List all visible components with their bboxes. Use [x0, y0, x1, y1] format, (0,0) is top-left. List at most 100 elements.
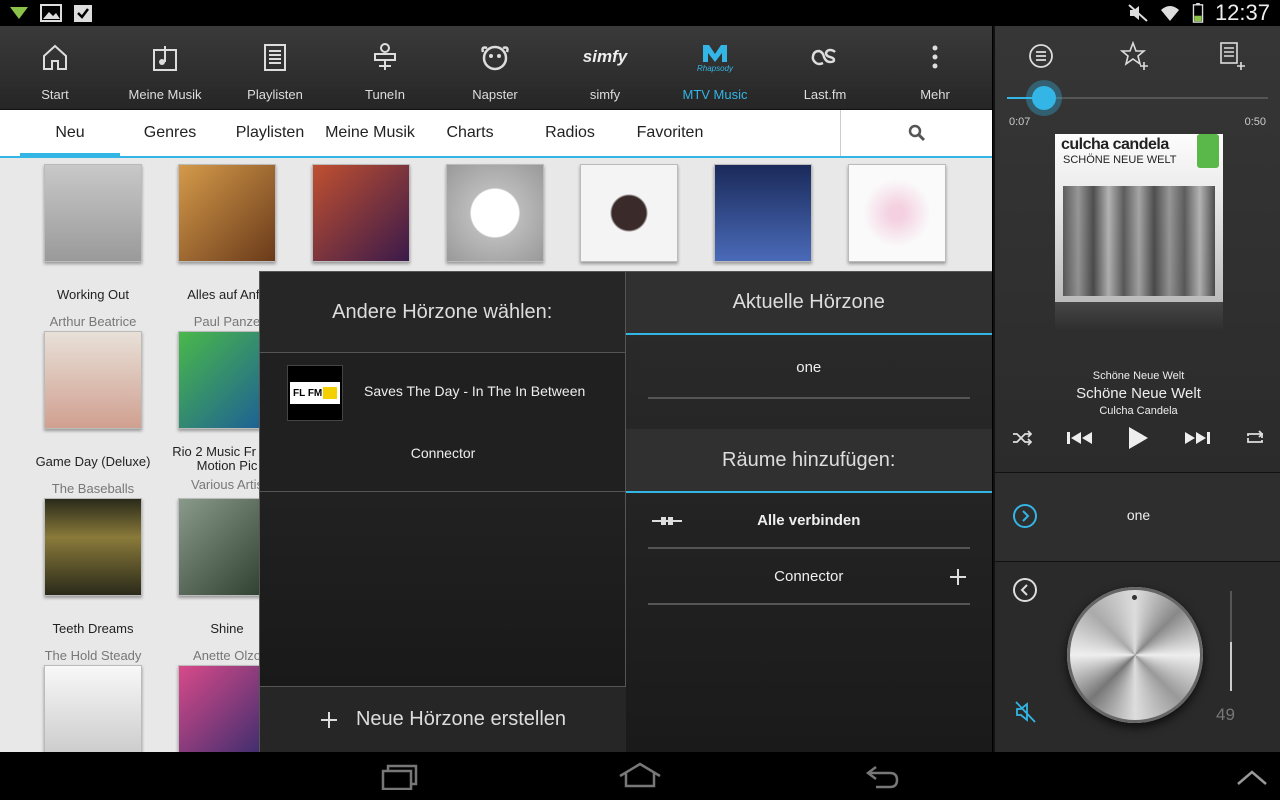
room-item[interactable]: Connector [647, 549, 970, 605]
track-title: Schöne Neue Welt [1076, 385, 1201, 402]
nav-label: MTV Music [682, 87, 748, 102]
mute-toggle-icon[interactable] [1014, 700, 1038, 724]
album-title: Teeth Dreams [52, 622, 134, 636]
tab-radios[interactable]: Radios [520, 110, 620, 156]
album-artist: Arthur Beatrice [49, 314, 137, 329]
add-rooms-header: Räume hinzufügen: [625, 429, 992, 493]
album-cover [44, 665, 142, 752]
nav-simfy[interactable]: simfy simfy [550, 26, 660, 110]
album-tile[interactable] [830, 164, 964, 262]
nav-my-music[interactable]: Meine Musik [110, 26, 220, 110]
album-tile[interactable] [26, 665, 160, 752]
nav-label: Napster [472, 87, 518, 102]
volume-slider-fill [1230, 642, 1232, 691]
playlist-icon [264, 44, 286, 71]
nav-label: simfy [589, 87, 621, 102]
nav-start[interactable]: Start [0, 26, 110, 110]
tab-my-music[interactable]: Meine Musik [320, 110, 420, 156]
previous-icon[interactable] [1066, 430, 1094, 446]
nav-label: Meine Musik [128, 87, 202, 102]
nav-label: Mehr [920, 87, 950, 102]
album-tile[interactable] [562, 164, 696, 262]
tab-new[interactable]: Neu [20, 110, 120, 157]
task-notification-icon [74, 5, 92, 22]
connect-all-label: Alle verbinden [757, 511, 861, 529]
home-icon [43, 44, 67, 70]
station-logo-text: FL FM [293, 387, 323, 399]
search-icon [908, 124, 925, 142]
repeat-icon[interactable] [1245, 430, 1265, 446]
album-title: Game Day (Deluxe) [35, 455, 151, 469]
other-zone-header: Andere Hörzone wählen: [260, 272, 625, 353]
nav-playlists[interactable]: Playlisten [220, 26, 330, 110]
add-room-icon[interactable] [950, 569, 966, 585]
album-tile[interactable]: Teeth Dreams The Hold Steady [26, 498, 160, 663]
clock: 12:37 [1214, 0, 1270, 25]
play-icon[interactable] [1127, 426, 1149, 450]
album-cover [312, 164, 410, 262]
status-bar: 12:37 [0, 0, 1280, 26]
current-zone-item[interactable]: one [647, 337, 970, 399]
nav-label: Start [41, 87, 69, 102]
album-cover [44, 498, 142, 596]
album-artist: The Hold Steady [44, 648, 142, 663]
connect-icon [651, 517, 682, 525]
category-tabs: Neu Genres Playlisten Meine Musik Charts… [0, 110, 992, 158]
playback-controls [995, 426, 1280, 450]
download-notification-icon [10, 7, 28, 19]
album-tile[interactable] [294, 164, 428, 262]
search-button[interactable] [840, 110, 992, 156]
station-logo: FL FM [287, 365, 343, 421]
time-elapsed: 0:07 [1009, 116, 1031, 128]
tab-playlists[interactable]: Playlisten [220, 110, 320, 156]
next-icon[interactable] [1183, 430, 1211, 446]
add-to-playlist-icon[interactable] [1217, 41, 1247, 71]
album-cover [44, 164, 142, 262]
lastfm-logo [811, 48, 836, 66]
album-cover [848, 164, 946, 262]
zone-now-playing: Saves The Day - In The In Between [364, 383, 586, 399]
zone-selector[interactable]: one [995, 472, 1280, 562]
recent-apps-icon[interactable] [380, 764, 420, 790]
volume-slider-track[interactable] [1230, 591, 1232, 691]
album-tile[interactable]: Working Out Arthur Beatrice [26, 164, 160, 329]
chevron-up-icon[interactable] [1236, 768, 1268, 788]
napster-icon [481, 45, 509, 71]
nav-label: Last.fm [803, 87, 847, 102]
nav-label: TuneIn [365, 87, 405, 102]
album-cover [178, 164, 276, 262]
room-label: Connector [774, 567, 844, 585]
collapse-icon[interactable] [1012, 577, 1038, 603]
volume-knob[interactable] [1067, 587, 1203, 723]
connect-all-button[interactable]: Alle verbinden [647, 493, 970, 549]
nav-tunein[interactable]: TuneIn [330, 26, 440, 110]
zone-name: Connector [410, 445, 476, 461]
shuffle-icon[interactable] [1012, 430, 1032, 446]
album-art-badge [1197, 134, 1219, 168]
zone-list-item[interactable]: FL FM Saves The Day - In The In Between … [260, 353, 625, 492]
queue-list-icon[interactable] [1028, 43, 1054, 69]
tab-charts[interactable]: Charts [420, 110, 520, 156]
volume-level: 49 [1216, 705, 1235, 724]
service-nav: Start Meine Musik Playlisten TuneIn Naps… [0, 26, 992, 110]
add-favorite-icon[interactable] [1120, 41, 1150, 71]
nav-napster[interactable]: Napster [440, 26, 550, 110]
album-art: culcha candela SCHÖNE NEUE WELT [1055, 134, 1223, 330]
nav-lastfm[interactable]: Last.fm [770, 26, 880, 110]
tab-favorites[interactable]: Favoriten [620, 110, 720, 156]
back-icon[interactable] [864, 764, 900, 790]
other-zone-panel: Andere Hörzone wählen: FL FM Saves The D… [260, 272, 626, 752]
album-tile[interactable] [428, 164, 562, 262]
nav-mtv-music[interactable]: Rhapsody MTV Music [660, 26, 770, 110]
current-zone-header: Aktuelle Hörzone [625, 272, 992, 335]
album-tile[interactable]: Game Day (Deluxe) The Baseballs [26, 331, 160, 496]
home-button-icon[interactable] [618, 762, 662, 788]
seek-bar[interactable] [1007, 86, 1268, 116]
simfy-logo: simfy [582, 47, 628, 66]
create-zone-button[interactable]: Neue Hörzone erstellen [260, 686, 626, 752]
seek-thumb[interactable] [1031, 86, 1056, 110]
album-cover [714, 164, 812, 262]
nav-more[interactable]: Mehr [880, 26, 990, 110]
album-tile[interactable] [696, 164, 830, 262]
tab-genres[interactable]: Genres [120, 110, 220, 156]
